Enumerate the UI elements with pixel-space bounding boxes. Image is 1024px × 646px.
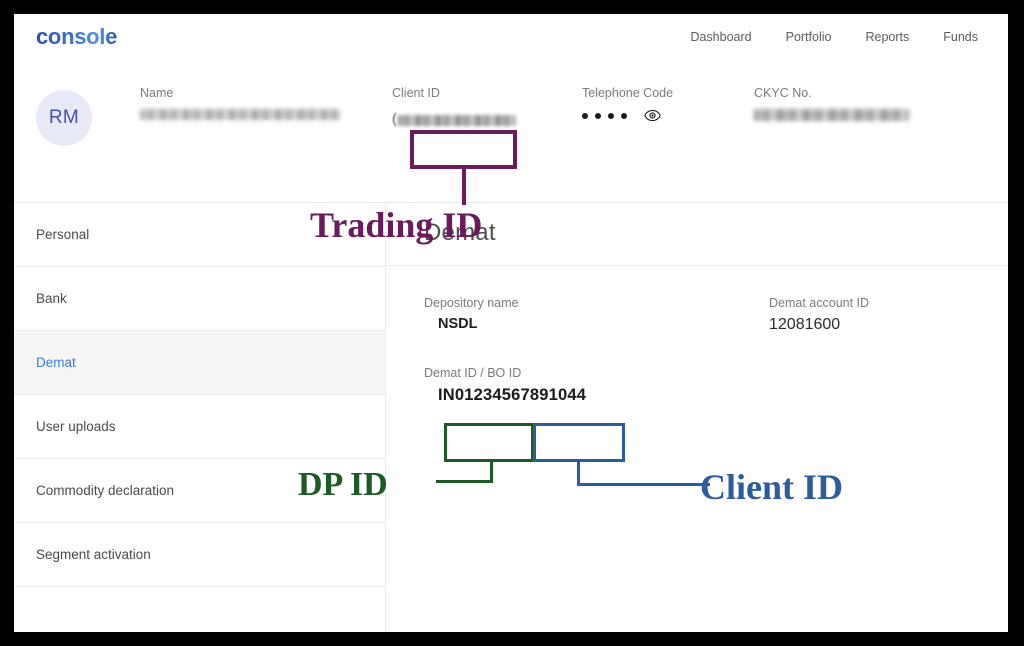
sidebar-item-commodity-declaration[interactable]: Commodity declaration [14, 459, 385, 523]
nav-item-portfolio[interactable]: Portfolio [786, 30, 832, 44]
main-content: Demat Depository name NSDL Demat account… [386, 202, 1008, 632]
field-client-id-value-redacted [398, 114, 516, 126]
sidebar-item-demat[interactable]: Demat [14, 331, 385, 395]
page-body: Personal Bank Demat User uploads Commodi… [14, 202, 1008, 632]
depository-name-label: Depository name [424, 296, 519, 310]
sidebar-item-user-uploads[interactable]: User uploads [14, 395, 385, 459]
client-id-leading-char: ( [392, 110, 397, 126]
main-nav: Dashboard Portfolio Reports Funds [690, 30, 996, 44]
field-ckyc-no-value-redacted [754, 109, 909, 121]
field-name-value-redacted [140, 109, 340, 120]
mask-dot [595, 112, 601, 119]
field-name: Name [140, 86, 340, 120]
mask-dot [621, 112, 627, 119]
field-telephone-code: Telephone Code [582, 86, 732, 122]
screenshot-frame: console Dashboard Portfolio Reports Fund… [0, 0, 1024, 646]
field-client-id-label: Client ID [392, 86, 440, 100]
detail-column-left: Depository name NSDL [424, 296, 769, 334]
demat-details: Depository name NSDL Demat account ID 12… [424, 296, 1008, 334]
depository-name-value: NSDL [438, 316, 478, 332]
field-telephone-code-label: Telephone Code [582, 86, 674, 100]
sidebar-item-bank[interactable]: Bank [14, 267, 385, 331]
field-name-label: Name [140, 86, 174, 100]
avatar: RM [36, 90, 92, 146]
demat-account-id-value: 12081600 [769, 316, 841, 333]
field-telephone-code-value [582, 109, 732, 122]
sidebar-item-segment-activation[interactable]: Segment activation [14, 523, 385, 587]
profile-fields-row: RM Name Client ID ( Telephone Code CKYC … [36, 86, 1008, 146]
content-divider [386, 265, 1008, 266]
sidebar-nav: Personal Bank Demat User uploads Commodi… [14, 202, 386, 632]
mask-dot [608, 112, 614, 119]
demat-account-id-label: Demat account ID [769, 296, 870, 310]
field-ckyc-no: CKYC No. [754, 86, 914, 121]
sidebar-item-personal[interactable]: Personal [14, 203, 385, 267]
field-ckyc-no-label: CKYC No. [754, 86, 812, 100]
nav-item-dashboard[interactable]: Dashboard [690, 30, 751, 44]
detail-column-right: Demat account ID 12081600 [769, 296, 992, 334]
mask-dot [582, 112, 588, 119]
field-client-id-value: ( [392, 109, 542, 131]
console-logo[interactable]: console [36, 24, 117, 50]
nav-item-funds[interactable]: Funds [943, 30, 978, 44]
eye-icon[interactable] [644, 109, 661, 122]
profile-header: RM Name Client ID ( Telephone Code CKYC … [14, 60, 1008, 202]
demat-id-value: IN01234567891044 [438, 386, 587, 404]
demat-id-block: Demat ID / BO ID IN01234567891044 [424, 366, 1008, 405]
top-navigation-bar: console Dashboard Portfolio Reports Fund… [14, 14, 1008, 70]
demat-id-label: Demat ID / BO ID [424, 366, 522, 380]
nav-item-reports[interactable]: Reports [865, 30, 909, 44]
page-title: Demat [424, 219, 496, 246]
browser-viewport: console Dashboard Portfolio Reports Fund… [14, 14, 1008, 632]
field-client-id: Client ID ( [392, 86, 542, 131]
